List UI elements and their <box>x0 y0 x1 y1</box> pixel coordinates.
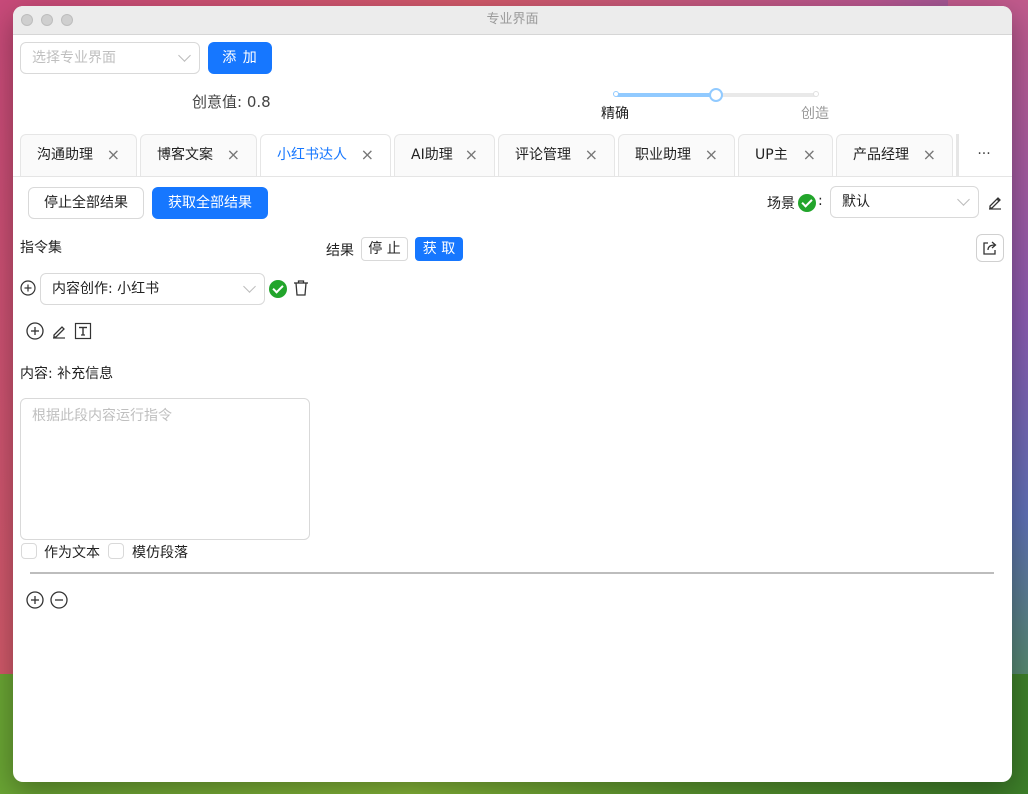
share-icon <box>983 241 997 255</box>
add-instruction-icon[interactable] <box>20 280 36 296</box>
add-button[interactable]: 添 加 <box>208 42 272 74</box>
tab-label: 职业助理 <box>635 147 691 163</box>
instruction-check-icon <box>269 280 287 298</box>
tab-label: 产品经理 <box>853 147 909 163</box>
profession-select[interactable]: 选择专业界面 <box>20 42 200 74</box>
slider-handle[interactable] <box>709 88 723 102</box>
delete-instruction-icon[interactable] <box>293 279 309 297</box>
instruction-select[interactable]: 内容创作: 小红书 <box>40 273 265 305</box>
chevron-down-icon <box>243 280 256 293</box>
scene-select[interactable]: 默认 <box>830 186 979 218</box>
tab-label: AI助理 <box>411 147 453 163</box>
close-icon[interactable]: × <box>585 135 598 175</box>
slider-label-create: 创造 <box>801 106 829 122</box>
tab-职业助理[interactable]: 职业助理 × <box>618 134 735 176</box>
add-section-icon[interactable] <box>26 591 44 609</box>
imitate-paragraph-label: 模仿段落 <box>132 545 188 561</box>
edit-icon[interactable] <box>51 323 67 339</box>
more-tabs-button[interactable]: ··· <box>969 144 999 164</box>
window-title: 专业界面 <box>486 12 539 27</box>
chevron-down-icon <box>957 193 970 206</box>
chevron-down-icon <box>178 49 191 62</box>
tab-label: 沟通助理 <box>37 147 93 163</box>
scene-check-icon <box>798 194 816 212</box>
close-icon[interactable]: × <box>923 135 936 175</box>
slider-dot-start <box>613 91 619 97</box>
close-icon[interactable]: × <box>361 135 374 175</box>
share-button[interactable] <box>976 234 1004 262</box>
tab-label: 博客文案 <box>157 147 213 163</box>
stop-all-button[interactable]: 停止全部结果 <box>28 187 144 219</box>
imitate-paragraph-checkbox[interactable] <box>108 543 124 559</box>
tab-小红书达人[interactable]: 小红书达人 × <box>260 134 391 177</box>
get-all-button[interactable]: 获取全部结果 <box>152 187 268 219</box>
remove-section-icon[interactable] <box>50 591 68 609</box>
app-window: 专业界面 选择专业界面 添 加 创意值: 0.8 精确 创造 沟通助理 × 博客… <box>13 6 1012 782</box>
tab-评论管理[interactable]: 评论管理 × <box>498 134 615 176</box>
profession-select-placeholder: 选择专业界面 <box>32 50 116 66</box>
slider-dot-end <box>813 91 819 97</box>
scene-select-value: 默认 <box>842 194 870 210</box>
instruction-set-title: 指令集 <box>20 240 62 256</box>
slider-label-precise: 精确 <box>601 106 629 122</box>
tab-产品经理[interactable]: 产品经理 × <box>836 134 953 176</box>
scene-colon: : <box>818 193 823 209</box>
tab-博客文案[interactable]: 博客文案 × <box>140 134 257 176</box>
close-icon[interactable]: × <box>465 135 478 175</box>
result-label: 结果 <box>326 243 354 259</box>
close-icon[interactable]: × <box>803 135 816 175</box>
text-box-icon[interactable] <box>74 322 92 340</box>
close-icon[interactable]: × <box>227 135 240 175</box>
tab-bar-baseline <box>13 176 1012 177</box>
textarea-placeholder: 根据此段内容运行指令 <box>32 408 172 424</box>
content-textarea[interactable]: 根据此段内容运行指令 <box>20 398 310 540</box>
content-label: 内容: 补充信息 <box>20 366 114 382</box>
creativity-value-label: 创意值: 0.8 <box>192 93 271 111</box>
scene-label: 场景 <box>767 196 795 212</box>
tab-UP主[interactable]: UP主 × <box>738 134 833 176</box>
result-stop-button[interactable]: 停 止 <box>361 237 408 261</box>
as-text-label: 作为文本 <box>44 545 100 561</box>
result-get-button[interactable]: 获 取 <box>415 237 463 261</box>
slider-fill <box>616 93 716 97</box>
tab-沟通助理[interactable]: 沟通助理 × <box>20 134 137 176</box>
tab-label: 评论管理 <box>515 147 571 163</box>
as-text-checkbox[interactable] <box>21 543 37 559</box>
tab-label: 小红书达人 <box>277 147 347 163</box>
close-icon[interactable]: × <box>107 135 120 175</box>
title-bar: 专业界面 <box>13 6 1012 35</box>
add-item-icon[interactable] <box>26 322 44 340</box>
close-icon[interactable]: × <box>705 135 718 175</box>
tab-overflow-divider <box>956 134 959 176</box>
section-divider <box>30 572 994 574</box>
edit-scene-icon[interactable] <box>987 194 1003 210</box>
tab-AI助理[interactable]: AI助理 × <box>394 134 495 176</box>
instruction-select-value: 内容创作: 小红书 <box>52 281 160 297</box>
tab-label: UP主 <box>755 147 788 163</box>
